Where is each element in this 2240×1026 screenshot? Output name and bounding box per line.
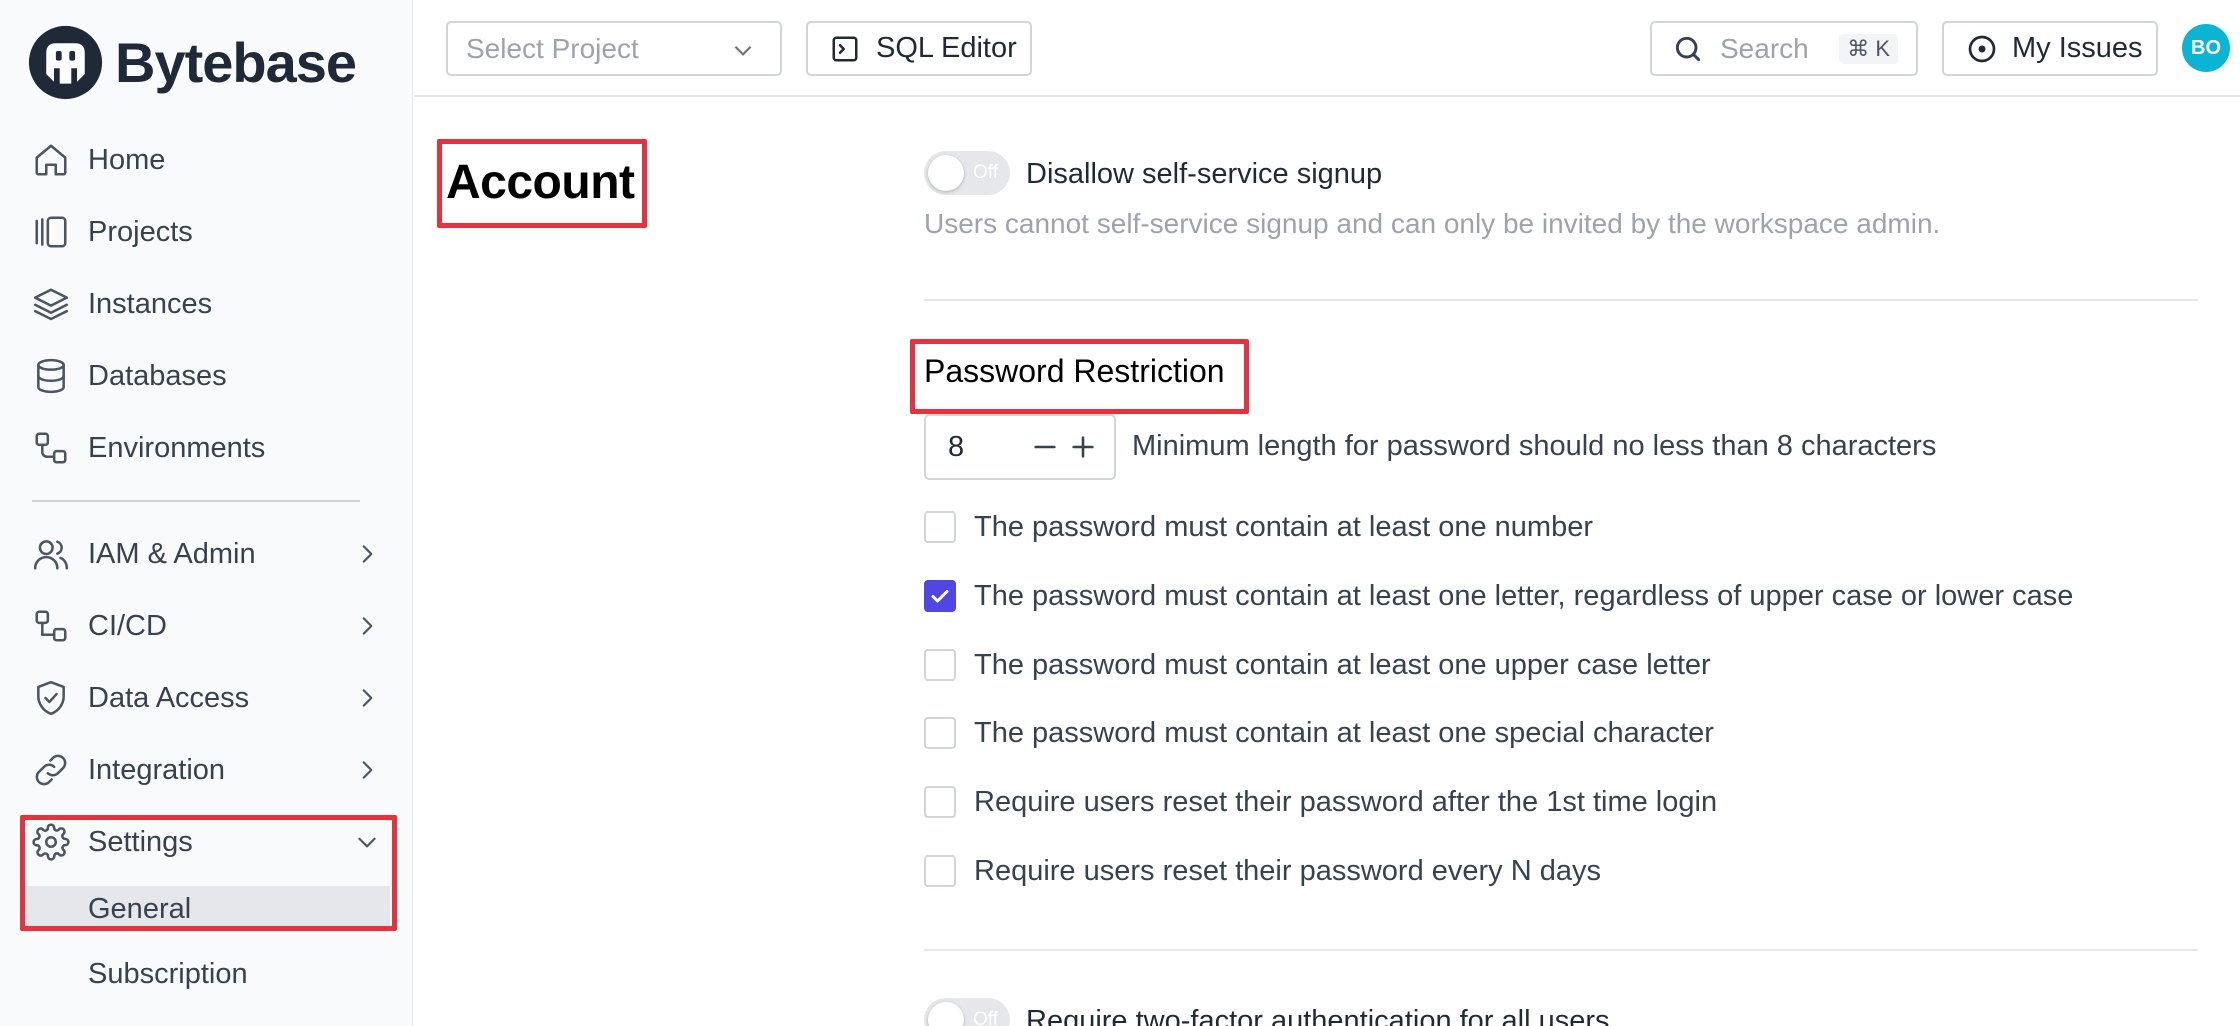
checkbox-label: Require users reset their password every… [974,854,1601,887]
sidebar-item-label: Integration [88,753,226,786]
checkbox-label: The password must contain at least one l… [974,579,2074,612]
brand-name: Bytebase [115,30,357,94]
rule-uppercase-checkbox[interactable]: The password must contain at least one u… [924,647,1711,683]
my-issues-label: My Issues [2012,32,2143,64]
issue-circle-icon [1968,35,1996,62]
rule-letter-checkbox[interactable]: The password must contain at least one l… [924,578,2073,614]
toggle-knob [928,155,964,191]
checkbox-box[interactable] [924,511,956,543]
chevron-down-icon [354,829,380,855]
min-length-description: Minimum length for password should no le… [1132,430,1937,462]
layers-icon [30,283,72,325]
checkbox-label: Require users reset their password after… [974,785,1718,818]
sidebar-divider [32,500,360,502]
signup-toggle[interactable]: Off [924,151,1010,195]
database-icon [30,355,72,397]
project-select[interactable]: Select Project [446,21,782,76]
search-input[interactable]: Search ⌘ K [1650,21,1918,76]
rule-number-checkbox[interactable]: The password must contain at least one n… [924,509,1593,545]
signup-hint: Users cannot self-service signup and can… [924,208,1941,239]
password-restriction-title: Password Restriction [924,353,1225,389]
search-placeholder: Search [1720,32,1809,64]
chevron-right-icon [354,685,380,711]
minus-icon [1034,445,1056,449]
sidebar-item-label: Databases [88,359,227,392]
top-header: Select Project SQL Editor Search ⌘ K My … [414,0,2240,97]
check-icon [931,590,949,603]
sidebar-item-label: Home [88,143,166,176]
checkbox-label: The password must contain at least one s… [974,716,1714,749]
sidebar-item-label: IAM & Admin [88,537,256,570]
two-factor-toggle[interactable]: Off [924,998,1010,1026]
checkbox-label: The password must contain at least one u… [974,648,1711,681]
signup-toggle-label: Disallow self-service signup [1026,158,1383,190]
toggle-state-label: Off [973,162,998,183]
sidebar-item-environments[interactable]: Environments [30,420,380,476]
section-divider [924,949,2198,951]
toggle-state-label: Off [973,1009,998,1026]
sidebar-subitem-general[interactable]: General [22,886,390,932]
section-divider [924,299,2198,301]
environments-icon [30,427,72,469]
checkbox-box[interactable] [924,855,956,887]
search-shortcut-badge: ⌘ K [1839,34,1898,64]
home-icon [30,139,72,181]
bytebase-logo-icon [28,25,103,100]
sidebar-item-iam-admin[interactable]: IAM & Admin [30,526,380,582]
checkbox-box[interactable] [924,786,956,818]
cicd-icon [30,605,72,647]
users-icon [30,533,72,575]
checkbox-box[interactable] [924,649,956,681]
min-length-value[interactable]: 8 [926,431,1026,464]
sidebar-item-label: CI/CD [88,609,167,642]
decrement-button[interactable] [1026,428,1064,466]
rule-reset-n-days-checkbox[interactable]: Require users reset their password every… [924,853,1601,889]
sidebar-item-instances[interactable]: Instances [30,276,380,332]
sidebar-item-label: Environments [88,431,266,464]
sql-editor-label: SQL Editor [876,32,1017,64]
toggle-knob [928,1002,964,1026]
plus-icon [1072,436,1094,458]
gear-icon [30,821,72,863]
checkbox-label: The password must contain at least one n… [974,510,1593,543]
my-issues-button[interactable]: My Issues [1942,21,2158,76]
rule-reset-first-login-checkbox[interactable]: Require users reset their password after… [924,784,1717,820]
link-icon [30,749,72,791]
sidebar-item-projects[interactable]: Projects [30,204,380,260]
sidebar-item-label: Instances [88,287,213,320]
chevron-right-icon [354,541,380,567]
rule-special-checkbox[interactable]: The password must contain at least one s… [924,715,1714,751]
sidebar-item-cicd[interactable]: CI/CD [30,598,380,654]
logo[interactable]: Bytebase [27,24,357,101]
sidebar-item-databases[interactable]: Databases [30,348,380,404]
sidebar-item-label: Data Access [88,681,250,714]
sidebar-item-label: Projects [88,215,193,248]
sql-editor-button[interactable]: SQL Editor [806,21,1032,76]
increment-button[interactable] [1064,428,1102,466]
sidebar-item-label: Settings [88,825,193,858]
sidebar-item-data-access[interactable]: Data Access [30,670,380,726]
sidebar: Bytebase Home Projects Instances Databas… [0,0,413,1026]
page-title: Account [446,156,635,209]
project-select-placeholder: Select Project [466,32,639,64]
min-length-stepper[interactable]: 8 [924,414,1116,480]
sidebar-subitem-subscription[interactable]: Subscription [22,951,390,997]
sidebar-item-home[interactable]: Home [30,132,380,188]
chevron-right-icon [354,613,380,639]
chevron-right-icon [354,757,380,783]
projects-icon [30,211,72,253]
avatar[interactable]: BO [2182,24,2230,72]
sidebar-item-settings[interactable]: Settings [30,814,380,870]
two-factor-toggle-label: Require two-factor authentication for al… [1026,1005,1610,1026]
chevron-down-icon [730,37,756,63]
shield-icon [30,677,72,719]
checkbox-box[interactable] [924,580,956,612]
sidebar-item-integration[interactable]: Integration [30,742,380,798]
terminal-icon [832,36,858,61]
search-icon [1672,33,1704,65]
checkbox-box[interactable] [924,717,956,749]
